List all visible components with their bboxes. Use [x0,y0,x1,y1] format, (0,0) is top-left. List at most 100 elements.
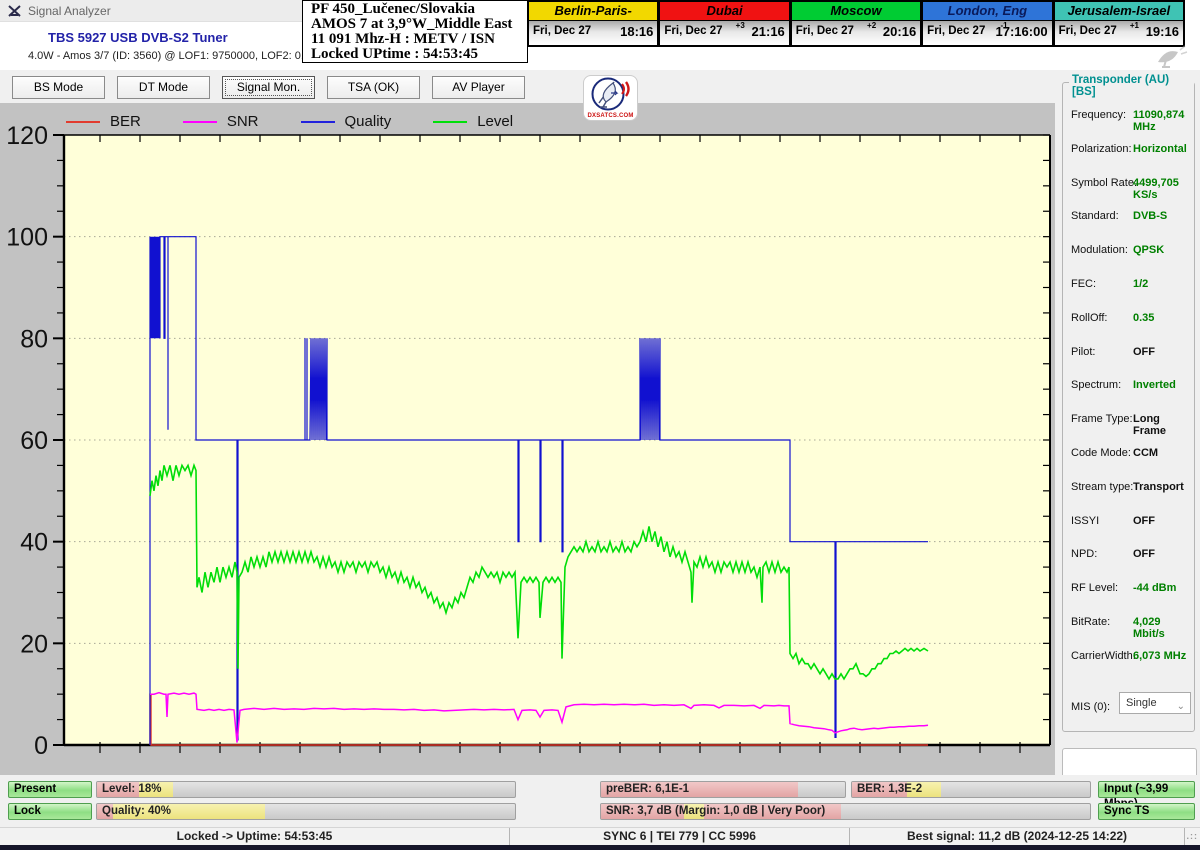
tp-row-spectrum-: Spectrum:Inverted [1071,379,1191,395]
tp-label: Symbol Rate: [1071,177,1137,189]
tp-label: CarrierWidth: [1071,650,1136,662]
chart-decoration: 40 [20,529,48,557]
tp-label: Pilot: [1071,346,1095,358]
sync-ts-indicator: Sync TS [1098,803,1195,820]
mis-label: MIS (0): [1071,701,1110,713]
mode-button-av-player[interactable]: AV Player [432,76,525,99]
mode-button-signal-mon-[interactable]: Signal Mon. [222,76,315,99]
tp-row-modulation-: Modulation:QPSK [1071,244,1191,260]
lock-indicator: Lock [8,803,92,820]
clock-time: 21:16 [752,24,785,39]
clock-time: 19:16 [1146,24,1179,39]
chart-decoration: 0 [34,732,48,760]
clock-date: Fri, Dec 27 [927,25,985,37]
level-bar: Level: 18% [96,781,516,798]
tp-value: 4499,705 KS/s [1133,177,1191,201]
tp-row-stream-type-: Stream type:Transport [1071,481,1191,497]
chart-decoration: 60 [20,427,48,455]
mode-button-bs-mode[interactable]: BS Mode [12,76,105,99]
tp-row-frequency-: Frequency:11090,874 MHz [1071,109,1191,125]
tp-label: Frame Type: [1071,413,1133,425]
bottom-strip [0,845,1200,850]
tp-value: 1/2 [1133,278,1148,290]
input-indicator: Input (~3,99 Mbps) [1098,781,1195,798]
tp-row-rolloff-: RollOff:0.35 [1071,312,1191,328]
snr-bar: SNR: 3,7 dB (Margin: 1,0 dB | Very Poor) [600,803,1091,820]
signal-chart-zone: BERSNRQualityLevel 020406080100120 DXSAT… [0,103,1055,775]
tp-label: ISSYI [1071,515,1099,527]
window-title: Signal Analyzer [28,4,111,18]
tp-label: Stream type: [1071,481,1133,493]
clock-date: Fri, Dec 27 [1059,25,1117,37]
transponder-panel: Transponder (AU) [BS] MIS (0): Single ⌄ … [1055,70,1200,850]
clock-time: 17:16:00 [996,24,1048,39]
clock-date: Fri, Dec 27 [664,25,722,37]
tp-value: DVB-S [1133,210,1167,222]
transponder-title: Transponder (AU) [BS] [1069,74,1194,98]
tp-label: Standard: [1071,210,1119,222]
tp-value: 11090,874 MHz [1133,109,1191,133]
signal-analyzer-window: Signal Analyzer TBS 5927 USB DVB-S2 Tune… [0,0,1200,850]
tp-row-frame-type-: Frame Type:Long Frame [1071,413,1191,429]
tuner-name: TBS 5927 USB DVB-S2 Tuner [48,30,228,45]
tp-row-symbol-rate-: Symbol Rate:4499,705 KS/s [1071,177,1191,193]
quality-bar: Quality: 40% [96,803,516,820]
title-bar: Signal Analyzer [0,0,302,22]
present-indicator: Present [8,781,92,798]
mode-button-tsa-ok-[interactable]: TSA (OK) [327,76,420,99]
tp-value: OFF [1133,346,1155,358]
tp-value: Inverted [1133,379,1176,391]
clock-city: Moscow [792,2,920,21]
tp-value: OFF [1133,548,1155,560]
tp-label: Frequency: [1071,109,1126,121]
clock-0: Berlin-Paris-LučenecFri, Dec 2718:16 [528,0,659,47]
level-bar-text: Level: 18% [102,783,161,795]
resize-grip[interactable]: .:: [1187,831,1199,841]
tp-value: Long Frame [1133,413,1191,437]
status-rows: Present Level: 18% preBER: 6,1E-1 BER: 1… [0,775,1200,827]
tp-label: Polarization: [1071,143,1132,155]
tp-value: CCM [1133,447,1158,459]
tp-row-npd-: NPD: OFF [1071,548,1191,564]
chart-decoration: 20 [20,630,48,658]
signal-history-chart: 020406080100120 [0,103,1055,775]
clock-utc-offset: +1 [1130,21,1139,30]
tp-label: RF Level: [1071,582,1118,594]
preber-bar-text: preBER: 6,1E-1 [606,783,689,795]
clock-city: London, Eng [923,2,1051,21]
chevron-down-icon: ⌄ [1177,697,1185,717]
tp-value: Transport [1133,481,1184,493]
clock-city: Jerusalem-Israel [1055,2,1183,21]
clock-time: 18:16 [620,24,653,39]
tp-row-code-mode-: Code Mode:CCM [1071,447,1191,463]
clock-city: Berlin-Paris-Lučenec [529,2,657,21]
station-info-line-1: AMOS 7 at 3,9°W_Middle East [311,17,527,32]
statusbar: .:: Locked -> Uptime: 54:53:45SYNC 6 | T… [0,827,1200,845]
tp-row-rf-level-: RF Level:-44 dBm [1071,582,1191,598]
dxsatcs-logo-text: DXSATCS.COM [584,113,637,119]
transponder-groupbox: Transponder (AU) [BS] MIS (0): Single ⌄ … [1062,82,1195,732]
tp-row-issyi: ISSYIOFF [1071,515,1191,531]
tp-value: 4,029 Mbit/s [1133,616,1191,640]
clock-time: 20:16 [883,24,916,39]
statusbar-section-1: SYNC 6 | TEI 779 | CC 5996 [510,828,850,846]
mis-dropdown[interactable]: Single ⌄ [1119,692,1191,714]
tp-row-fec-: FEC:1/2 [1071,278,1191,294]
tp-label: Code Mode: [1071,447,1131,459]
world-clocks: Berlin-Paris-LučenecFri, Dec 2718:16Duba… [528,0,1185,48]
tp-row-bitrate-: BitRate:4,029 Mbit/s [1071,616,1191,632]
snr-bar-text: SNR: 3,7 dB (Margin: 1,0 dB | Very Poor) [606,805,825,817]
dxsatcs-logo: DXSATCS.COM [583,75,638,121]
tp-row-pilot-: Pilot: OFF [1071,346,1191,362]
tp-label: BitRate: [1071,616,1110,628]
clock-city: Dubai [660,2,788,21]
tp-label: Modulation: [1071,244,1128,256]
chart-decoration: 100 [6,224,48,252]
statusbar-section-2: Best signal: 11,2 dB (2024-12-25 14:22) [850,828,1185,846]
station-info-line-0: PF 450_Lučenec/Slovakia [311,2,527,17]
tp-label: NPD: [1071,548,1097,560]
clock-utc-offset: +3 [736,21,745,30]
tp-label: RollOff: [1071,312,1107,324]
clock-2: MoscowFri, Dec 27+220:16 [791,0,922,47]
mode-button-dt-mode[interactable]: DT Mode [117,76,210,99]
